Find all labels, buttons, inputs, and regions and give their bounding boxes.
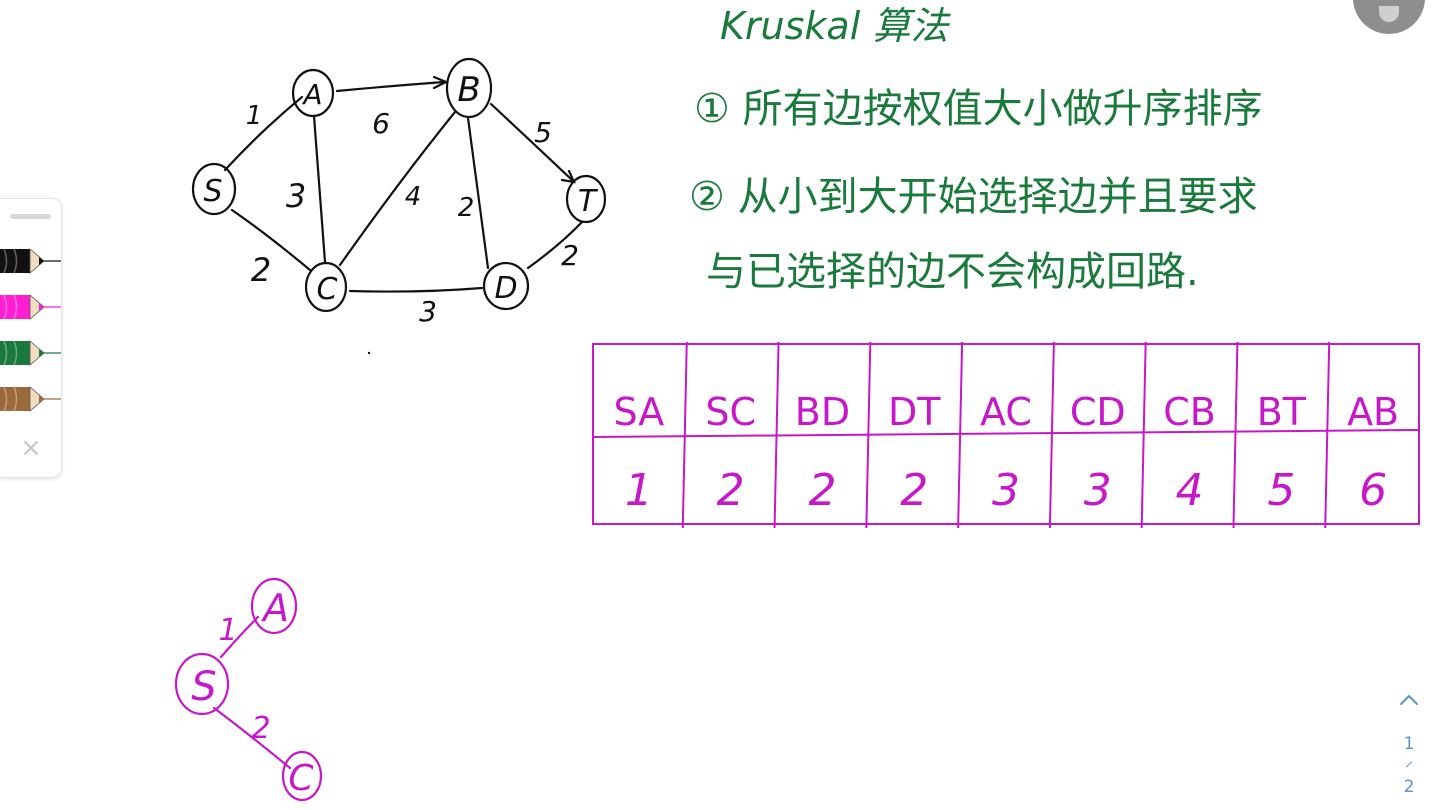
user-icon xyxy=(1379,6,1399,22)
mst-node-label-c: C xyxy=(288,758,314,799)
table-header-row: SA SC BD DT AC CD CB BT AB xyxy=(613,390,1399,434)
page-separator xyxy=(1405,761,1413,768)
mst-weight-s-c: 2 xyxy=(251,711,270,746)
table-value-cell: 4 xyxy=(1176,465,1204,516)
table-value-row: 1 2 2 2 3 3 4 5 6 xyxy=(625,465,1387,516)
toolbar-drag-handle[interactable] xyxy=(10,214,51,219)
notes-step-2-line-1: ② 从小到大开始选择边并且要求 xyxy=(689,174,1258,220)
node-label-t: T xyxy=(578,184,599,219)
table-column-divider xyxy=(957,341,964,529)
table-value-cell: 5 xyxy=(1267,465,1295,516)
graph-labels: S A B C D T 1 2 3 6 4 3 2 5 2 xyxy=(203,70,598,328)
weight-label-s-a: 1 xyxy=(246,101,263,131)
sorted-edge-table: SA SC BD DT AC CD CB BT AB 1 2 2 2 3 3 4 5 6 xyxy=(592,341,1420,529)
algorithm-notes: Kruskal 算法 ① 所有边按权值大小做升序排序 ② 从小到大开始选择边并且… xyxy=(689,4,1263,295)
close-icon[interactable]: × xyxy=(19,435,43,461)
table-header-cell: BT xyxy=(1257,390,1307,434)
page-total: 2 xyxy=(1403,777,1415,797)
weight-label-b-t: 5 xyxy=(534,116,552,149)
table-value-cell: 2 xyxy=(900,465,928,516)
weight-label-b-d: 2 xyxy=(458,193,475,223)
notes-step-2-line-2: 与已选择的边不会构成回路. xyxy=(706,249,1199,295)
mst-weight-s-a: 1 xyxy=(218,613,237,648)
table-header-cell: AB xyxy=(1347,390,1399,434)
table-value-cell: 1 xyxy=(625,465,653,516)
table-header-cell: BD xyxy=(795,390,850,434)
table-value-cell: 2 xyxy=(808,465,836,516)
edge-a-b xyxy=(335,80,446,93)
table-column-divider xyxy=(1324,341,1331,529)
weight-label-s-c: 2 xyxy=(251,251,271,289)
weight-label-a-b: 6 xyxy=(372,107,390,140)
table-column-divider xyxy=(1232,341,1239,529)
node-label-s: S xyxy=(203,174,222,209)
node-label-c: C xyxy=(317,272,338,307)
table-value-cell: 6 xyxy=(1359,465,1387,516)
table-header-cell: AC xyxy=(980,390,1032,434)
ink-dot xyxy=(367,351,371,355)
table-value-cell: 3 xyxy=(1084,465,1112,516)
mst-node-label-a: A xyxy=(260,586,289,630)
table-column-divider xyxy=(1048,341,1055,529)
edge-b-t xyxy=(489,102,574,182)
table-value-cell: 2 xyxy=(717,465,745,516)
table-header-cell: SC xyxy=(705,390,756,434)
magenta-pen-icon[interactable] xyxy=(0,293,61,321)
node-label-b: B xyxy=(457,70,480,110)
whiteboard-canvas[interactable]: S A B C D T 1 2 3 6 4 3 2 5 2 Kruskal 算法… xyxy=(0,0,1440,810)
black-pen-icon[interactable] xyxy=(0,247,61,275)
edge-s-a xyxy=(223,95,304,172)
notes-title: Kruskal 算法 xyxy=(720,4,951,48)
notes-step-1: ① 所有边按权值大小做升序排序 xyxy=(694,86,1263,132)
chevron-up-icon[interactable] xyxy=(1392,686,1426,714)
node-label-d: D xyxy=(494,271,517,306)
table-column-divider xyxy=(1140,341,1147,529)
weight-label-d-t: 2 xyxy=(561,239,579,272)
weight-label-a-c: 3 xyxy=(286,177,306,215)
pen-toolbar: × xyxy=(0,198,62,478)
edge-a-c xyxy=(312,114,327,264)
table-value-cell: 3 xyxy=(992,465,1020,516)
edge-c-d xyxy=(348,286,484,293)
weight-label-c-d: 3 xyxy=(419,295,437,328)
weight-label-c-b: 4 xyxy=(405,182,422,212)
table-header-cell: DT xyxy=(888,390,941,434)
mst-labels: A S C 1 2 xyxy=(191,586,314,799)
node-label-a: A xyxy=(301,78,322,111)
brown-pen-icon[interactable] xyxy=(0,385,61,413)
table-header-cell: CD xyxy=(1070,390,1126,434)
page-navigator: 1 2 xyxy=(1392,686,1426,800)
edge-c-b xyxy=(338,110,457,267)
table-header-cell: CB xyxy=(1163,390,1216,434)
page-current: 1 xyxy=(1403,734,1415,754)
table-column-divider xyxy=(681,341,688,529)
table-header-cell: SA xyxy=(613,390,664,434)
green-pen-icon[interactable] xyxy=(0,339,61,367)
mst-node-label-s: S xyxy=(191,664,216,710)
